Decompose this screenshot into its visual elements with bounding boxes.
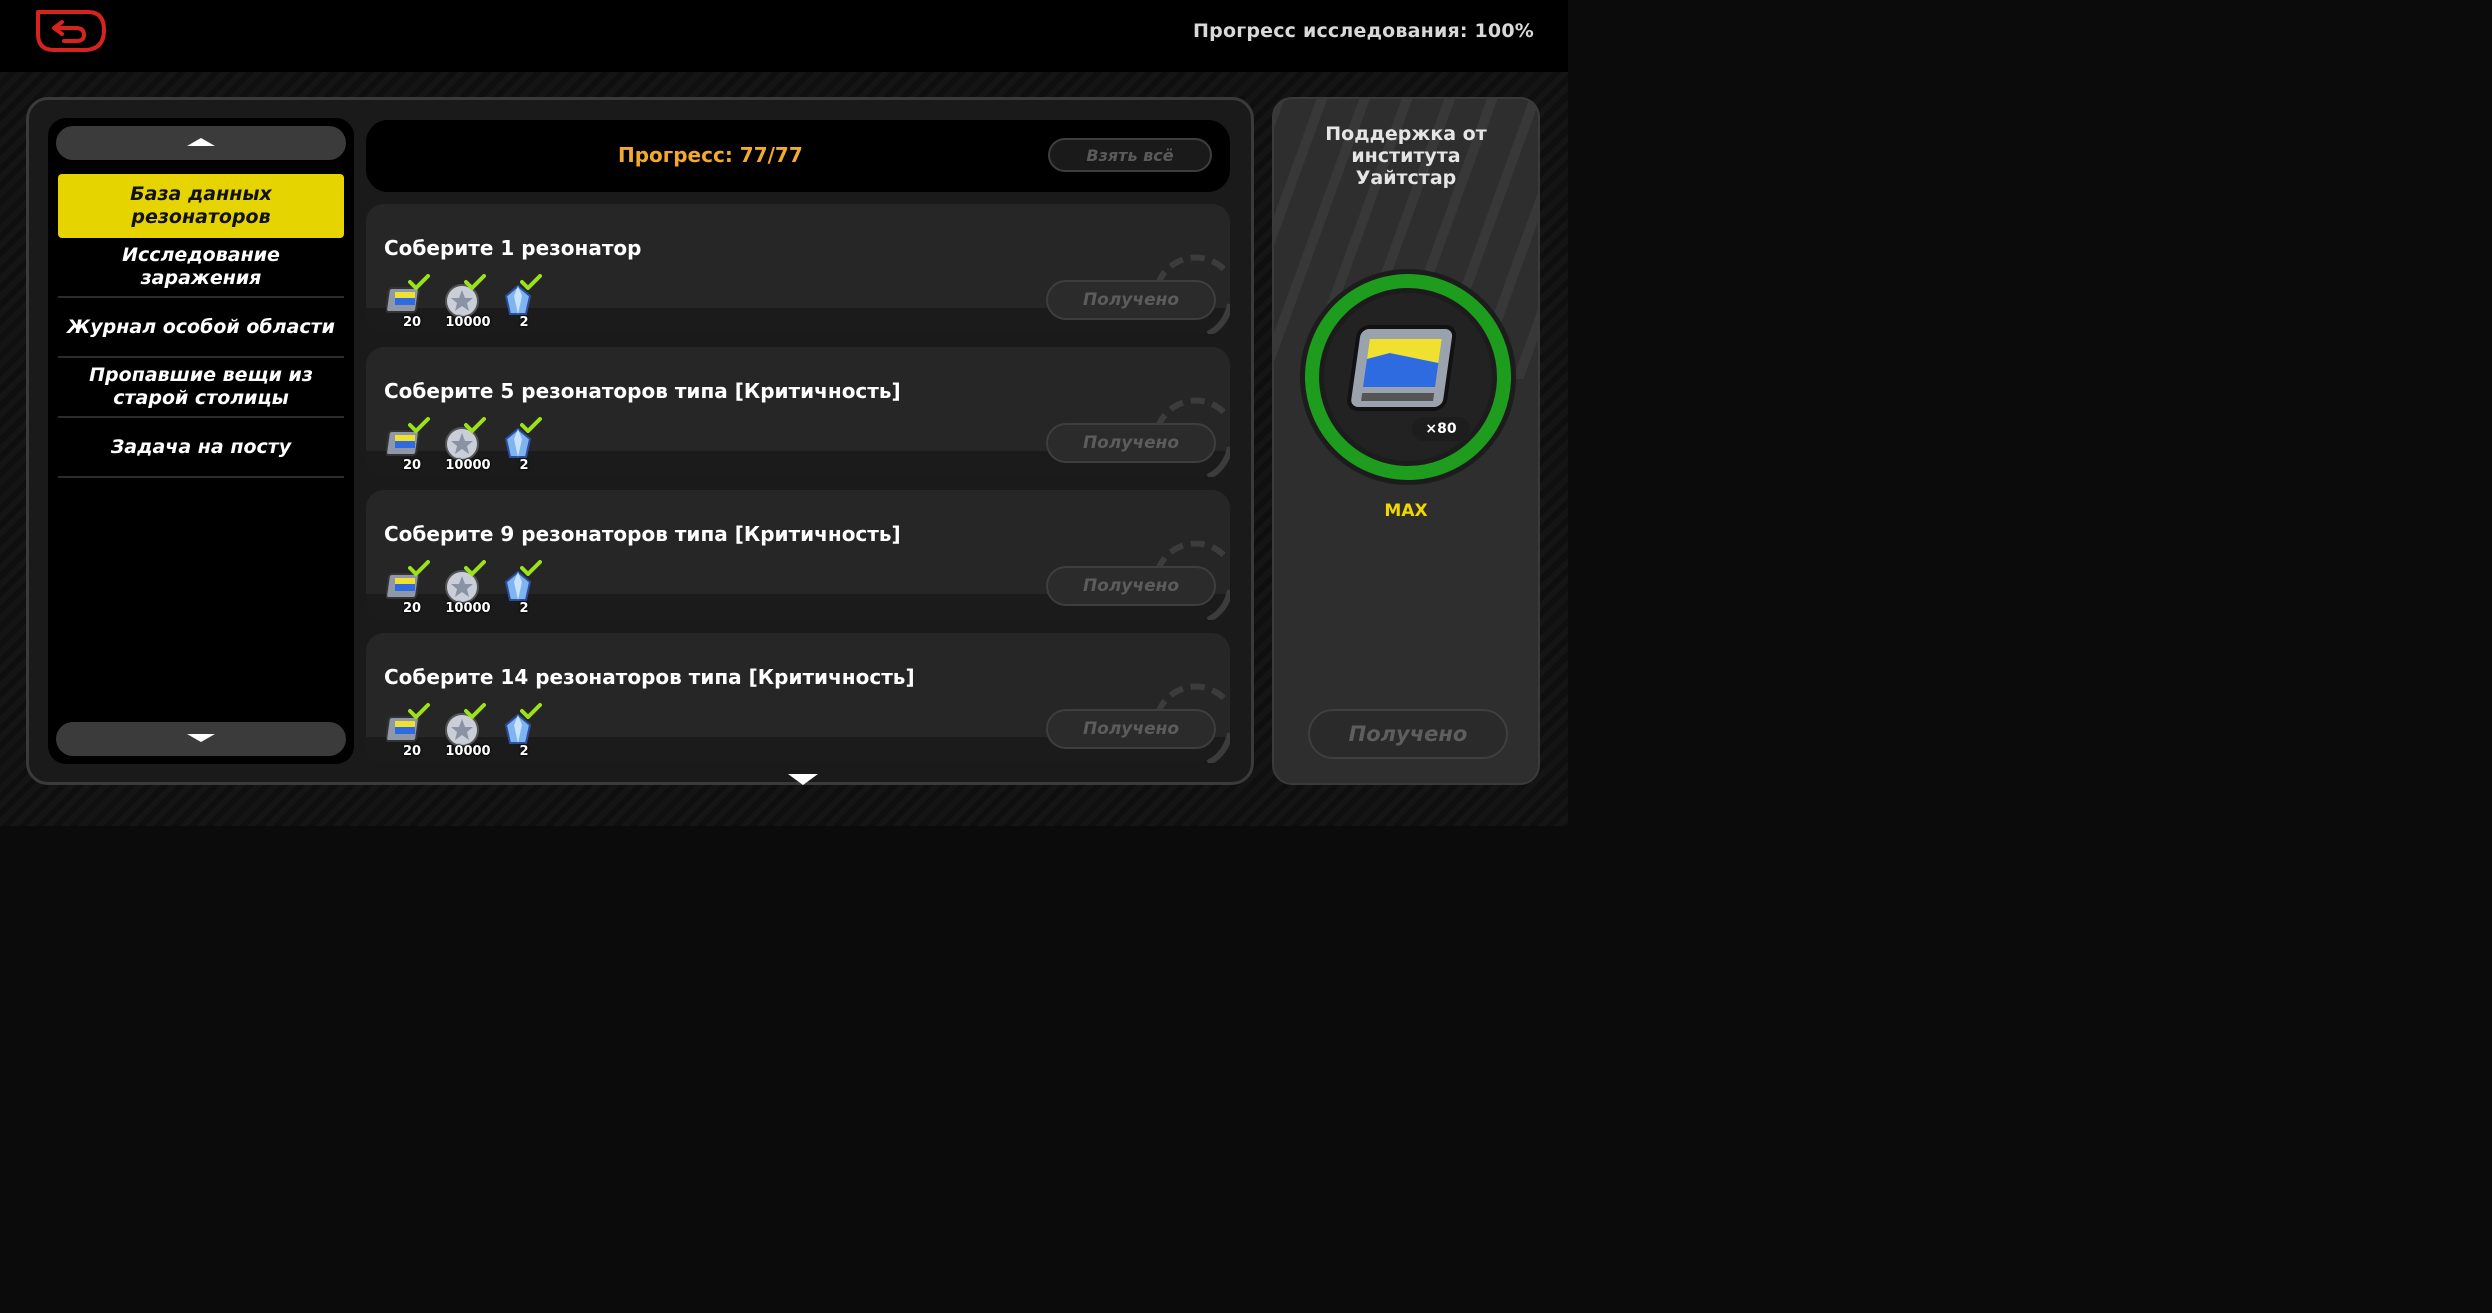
checkmark-icon bbox=[520, 703, 542, 719]
scroll-more-indicator[interactable] bbox=[788, 774, 818, 785]
claimed-button[interactable]: Получено bbox=[1046, 423, 1216, 463]
reward-slot[interactable]: 10000 bbox=[440, 560, 496, 616]
reward-count: 2 bbox=[519, 315, 529, 330]
top-bar: Прогресс исследования: 100% bbox=[0, 0, 1568, 72]
nav-item-infection-research[interactable]: Исследование заражения bbox=[58, 238, 344, 298]
reward-slot[interactable]: 2 bbox=[496, 274, 552, 330]
nav-item-post-task[interactable]: Задача на посту bbox=[58, 418, 344, 478]
nav-item-resonator-database[interactable]: База данных резонаторов bbox=[58, 174, 344, 238]
checkmark-icon bbox=[464, 560, 486, 576]
task-title: Соберите 5 резонаторов типа [Критичность… bbox=[384, 379, 901, 403]
chevron-up-icon bbox=[187, 138, 215, 146]
checkmark-icon bbox=[520, 274, 542, 290]
reward-slot[interactable]: 10000 bbox=[440, 703, 496, 759]
checkmark-icon bbox=[520, 560, 542, 576]
chevron-down-icon bbox=[187, 734, 215, 742]
support-progress-ring bbox=[1300, 269, 1516, 485]
checkmark-icon bbox=[464, 417, 486, 433]
claimed-button[interactable]: Получено bbox=[1046, 566, 1216, 606]
nav-item-label: База данных резонаторов bbox=[130, 183, 272, 228]
task-title: Соберите 14 резонаторов типа [Критичност… bbox=[384, 665, 915, 689]
reward-count: 20 bbox=[402, 601, 422, 616]
back-button[interactable] bbox=[32, 6, 106, 54]
progress-header: Прогресс: 77/77 Взять всё bbox=[366, 120, 1230, 192]
support-claimed-button[interactable]: Получено bbox=[1308, 709, 1508, 759]
reward-slot[interactable]: 10000 bbox=[440, 274, 496, 330]
nav-item-label: Пропавшие вещи из старой столицы bbox=[89, 364, 313, 409]
level-max-label: MAX bbox=[1384, 501, 1428, 521]
task-card: Соберите 14 резонаторов типа [Критичност… bbox=[366, 633, 1230, 763]
reward-slot[interactable]: 20 bbox=[384, 560, 440, 616]
task-card: Соберите 1 резонатор 20 10000 2 Получено bbox=[366, 204, 1230, 334]
take-all-button[interactable]: Взять всё bbox=[1048, 138, 1212, 172]
task-card: Соберите 9 резонаторов типа [Критичность… bbox=[366, 490, 1230, 620]
nav-item-label: Журнал особой области bbox=[67, 315, 335, 338]
reward-count: 10000 bbox=[445, 458, 491, 473]
reward-slot[interactable]: 20 bbox=[384, 703, 440, 759]
checkmark-icon bbox=[464, 703, 486, 719]
claimed-button[interactable]: Получено bbox=[1046, 709, 1216, 749]
nav-item-label: Задача на посту bbox=[110, 435, 292, 458]
reward-count: 10000 bbox=[445, 315, 491, 330]
reward-slot[interactable]: 2 bbox=[496, 417, 552, 473]
reward-count: 20 bbox=[402, 458, 422, 473]
reward-slot[interactable]: 20 bbox=[384, 417, 440, 473]
nav-item-label: Исследование заражения bbox=[122, 244, 280, 289]
support-panel: Поддержка от института Уайтстар ×80 MAX … bbox=[1272, 97, 1540, 785]
task-title: Соберите 9 резонаторов типа [Критичность… bbox=[384, 522, 901, 546]
reward-count: 2 bbox=[519, 744, 529, 759]
checkmark-icon bbox=[408, 274, 430, 290]
film-reel-icon bbox=[1347, 325, 1457, 411]
checkmark-icon bbox=[408, 417, 430, 433]
reward-count: 20 bbox=[402, 315, 422, 330]
reward-count: 10000 bbox=[445, 601, 491, 616]
task-card: Соберите 5 резонаторов типа [Критичность… bbox=[366, 347, 1230, 477]
progress-counter: Прогресс: 77/77 bbox=[618, 143, 803, 167]
reward-count: 10000 bbox=[445, 744, 491, 759]
checkmark-icon bbox=[464, 274, 486, 290]
task-title: Соберите 1 резонатор bbox=[384, 236, 642, 260]
support-title: Поддержка от института Уайтстар bbox=[1325, 123, 1487, 189]
checkmark-icon bbox=[408, 703, 430, 719]
reward-slot[interactable]: 20 bbox=[384, 274, 440, 330]
nav-item-lost-items[interactable]: Пропавшие вещи из старой столицы bbox=[58, 358, 344, 418]
scroll-down-button[interactable] bbox=[56, 722, 346, 756]
reward-slot[interactable]: 2 bbox=[496, 703, 552, 759]
category-sidebar: База данных резонаторов Исследование зар… bbox=[48, 118, 354, 764]
claimed-button[interactable]: Получено bbox=[1046, 280, 1216, 320]
reward-slot[interactable]: 10000 bbox=[440, 417, 496, 473]
back-arrow-icon bbox=[36, 10, 106, 52]
reward-count: 2 bbox=[519, 458, 529, 473]
scroll-up-button[interactable] bbox=[56, 126, 346, 160]
reward-count: 2 bbox=[519, 601, 529, 616]
checkmark-icon bbox=[520, 417, 542, 433]
nav-item-special-area-log[interactable]: Журнал особой области bbox=[58, 298, 344, 358]
reward-quantity-badge: ×80 bbox=[1412, 417, 1470, 441]
research-progress: Прогресс исследования: 100% bbox=[1193, 20, 1534, 42]
checkmark-icon bbox=[408, 560, 430, 576]
reward-slot[interactable]: 2 bbox=[496, 560, 552, 616]
reward-count: 20 bbox=[402, 744, 422, 759]
